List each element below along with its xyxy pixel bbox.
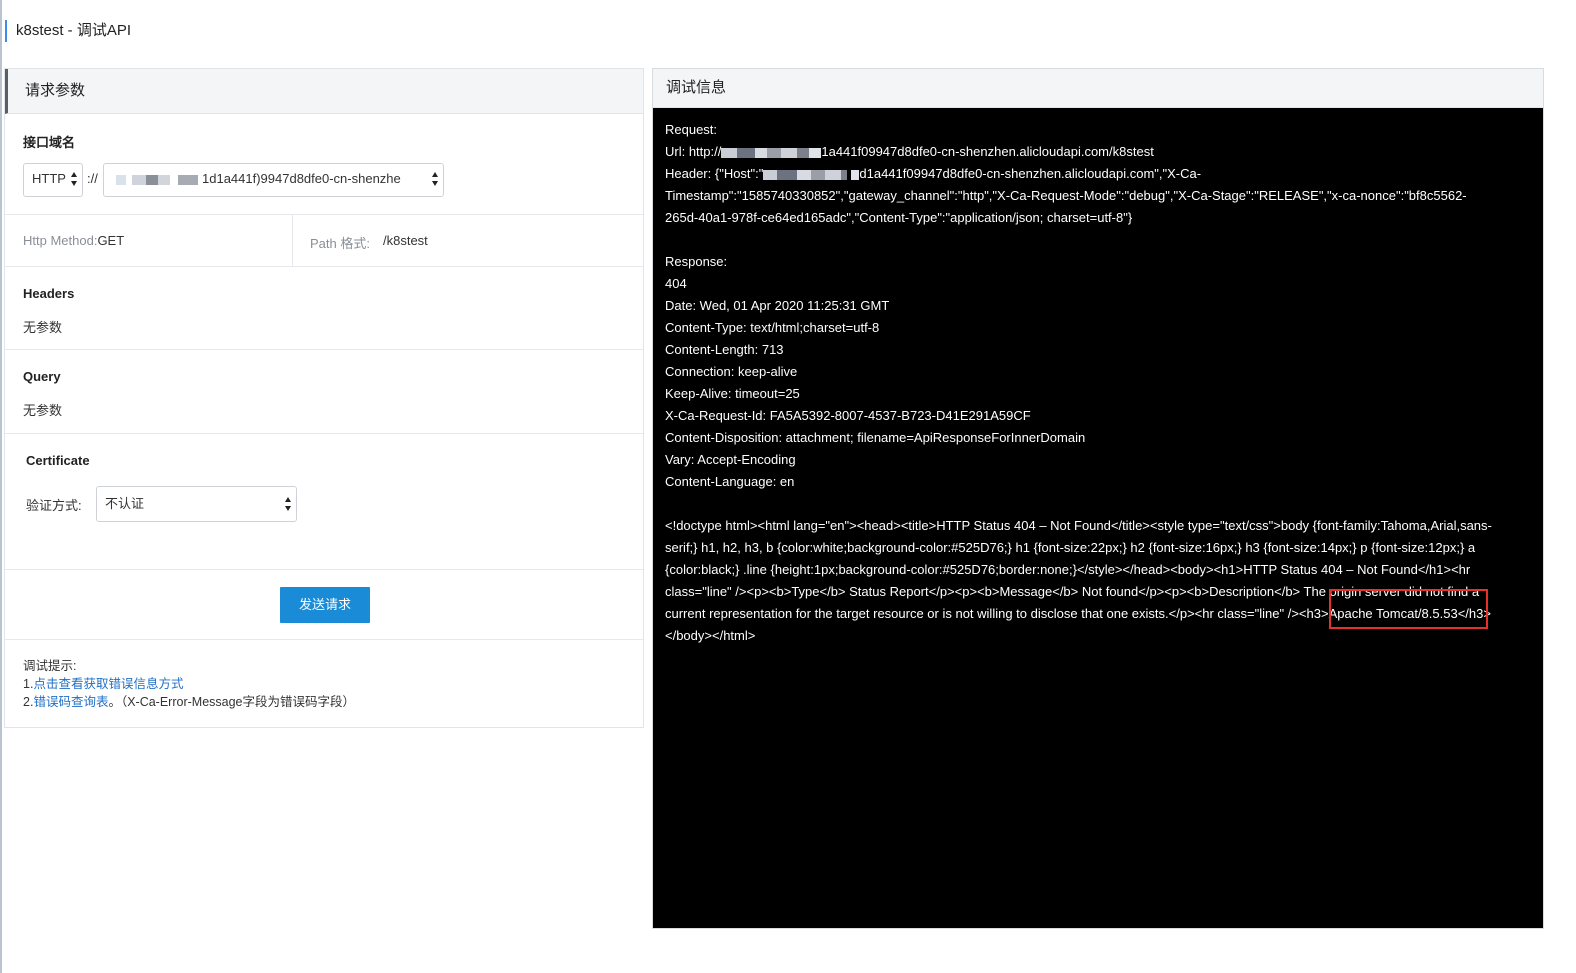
tip-item-1: 1.点击查看获取错误信息方式 bbox=[23, 677, 184, 691]
divider bbox=[5, 433, 643, 434]
response-line: 404 bbox=[665, 276, 687, 291]
protocol-value: HTTP bbox=[32, 171, 66, 186]
redacted-url bbox=[721, 147, 738, 158]
response-line: Vary: Accept-Encoding bbox=[665, 452, 796, 467]
redacted-domain-prefix bbox=[116, 174, 126, 185]
error-code-table-link[interactable]: 错误码查询表 bbox=[33, 695, 108, 709]
certificate-label: Certificate bbox=[26, 453, 90, 468]
request-label: Request: bbox=[665, 122, 718, 137]
divider bbox=[5, 349, 643, 350]
response-line: Keep-Alive: timeout=25 bbox=[665, 386, 800, 401]
send-request-button[interactable]: 发送请求 bbox=[280, 587, 370, 623]
debug-info-header: 调试信息 bbox=[653, 69, 1543, 108]
response-line: Content-Length: 713 bbox=[665, 342, 784, 357]
query-label: Query bbox=[23, 369, 61, 384]
redacted-host bbox=[763, 169, 778, 180]
page-title: k8stest - 调试API bbox=[5, 20, 131, 42]
request-url: Url: http://1a441f09947d8dfe0-cn-shenzhe… bbox=[665, 144, 1154, 159]
divider bbox=[292, 214, 293, 266]
path-format-label: Path 格式: bbox=[310, 236, 370, 251]
response-line: Connection: keep-alive bbox=[665, 364, 798, 379]
response-line: X-Ca-Request-Id: FA5A5392-8007-4537-B723… bbox=[665, 408, 1031, 423]
window-left-edge bbox=[0, 0, 2, 973]
select-arrows-icon bbox=[432, 172, 438, 188]
divider bbox=[5, 214, 643, 215]
divider bbox=[5, 569, 643, 570]
headers-label: Headers bbox=[23, 286, 75, 301]
auth-method-value: 不认证 bbox=[105, 496, 145, 511]
headers-value: 无参数 bbox=[23, 320, 63, 335]
response-body-line: serif;} h1, h2, h3, b {color:white;backg… bbox=[665, 540, 1476, 555]
protocol-select[interactable]: HTTP bbox=[23, 163, 83, 197]
divider bbox=[5, 639, 643, 640]
response-body-line: {color:black;} .line {height:1px;backgro… bbox=[665, 562, 1471, 577]
debug-info-panel: 调试信息 Request: Url: http://1a441f09947d8d… bbox=[652, 68, 1544, 929]
http-method-value: GET bbox=[97, 233, 125, 248]
response-line: Date: Wed, 01 Apr 2020 11:25:31 GMT bbox=[665, 298, 890, 313]
tomcat-version-highlight bbox=[1329, 589, 1488, 629]
auth-method-label: 验证方式: bbox=[26, 498, 82, 513]
debug-tips: 调试提示: 1.点击查看获取错误信息方式 2.错误码查询表。（X-Ca-Erro… bbox=[23, 657, 355, 711]
error-info-link[interactable]: 点击查看获取错误信息方式 bbox=[33, 677, 183, 691]
http-method: Http Method:GET bbox=[23, 233, 124, 248]
query-value: 无参数 bbox=[23, 403, 63, 418]
select-arrows-icon bbox=[71, 172, 77, 188]
domain-value: 1d1a441f)9947d8dfe0-cn-shenzhe bbox=[202, 171, 401, 186]
response-line: Content-Type: text/html;charset=utf-8 bbox=[665, 320, 880, 335]
auth-method-select[interactable]: 不认证 bbox=[96, 486, 297, 522]
domain-select[interactable]: 1d1a441f)9947d8dfe0-cn-shenzhe bbox=[103, 163, 444, 197]
protocol-separator: :// bbox=[87, 171, 98, 186]
request-header-cont: Timestamp":"1585740330852","gateway_chan… bbox=[665, 188, 1467, 203]
request-params-panel: 请求参数 接口域名 HTTP :// 1d1a441f)9947d8dfe0-c… bbox=[4, 68, 644, 728]
http-method-label: Http Method: bbox=[23, 233, 98, 248]
divider bbox=[5, 266, 643, 267]
tips-title: 调试提示: bbox=[23, 659, 77, 673]
response-line: Content-Disposition: attachment; filenam… bbox=[665, 430, 1086, 445]
request-header: Header: {"Host":" d1a441f09947d8dfe0-cn-s… bbox=[665, 166, 1202, 181]
select-arrows-icon bbox=[285, 497, 291, 513]
response-body-line: <!doctype html><html lang="en"><head><ti… bbox=[665, 518, 1492, 533]
path-format-value: /k8stest bbox=[383, 233, 428, 248]
debug-console: Request: Url: http://1a441f09947d8dfe0-c… bbox=[653, 108, 1543, 647]
endpoint-label: 接口域名 bbox=[23, 135, 76, 150]
response-line: Response: bbox=[665, 254, 728, 269]
response-line: Content-Language: en bbox=[665, 474, 795, 489]
request-params-header: 请求参数 bbox=[5, 69, 643, 114]
tip-item-2: 2.错误码查询表。（X-Ca-Error-Message字段为错误码字段） bbox=[23, 695, 356, 709]
request-header-cont2: 265d-40a1-978f-ce64ed165adc","Content-Ty… bbox=[665, 210, 1133, 225]
